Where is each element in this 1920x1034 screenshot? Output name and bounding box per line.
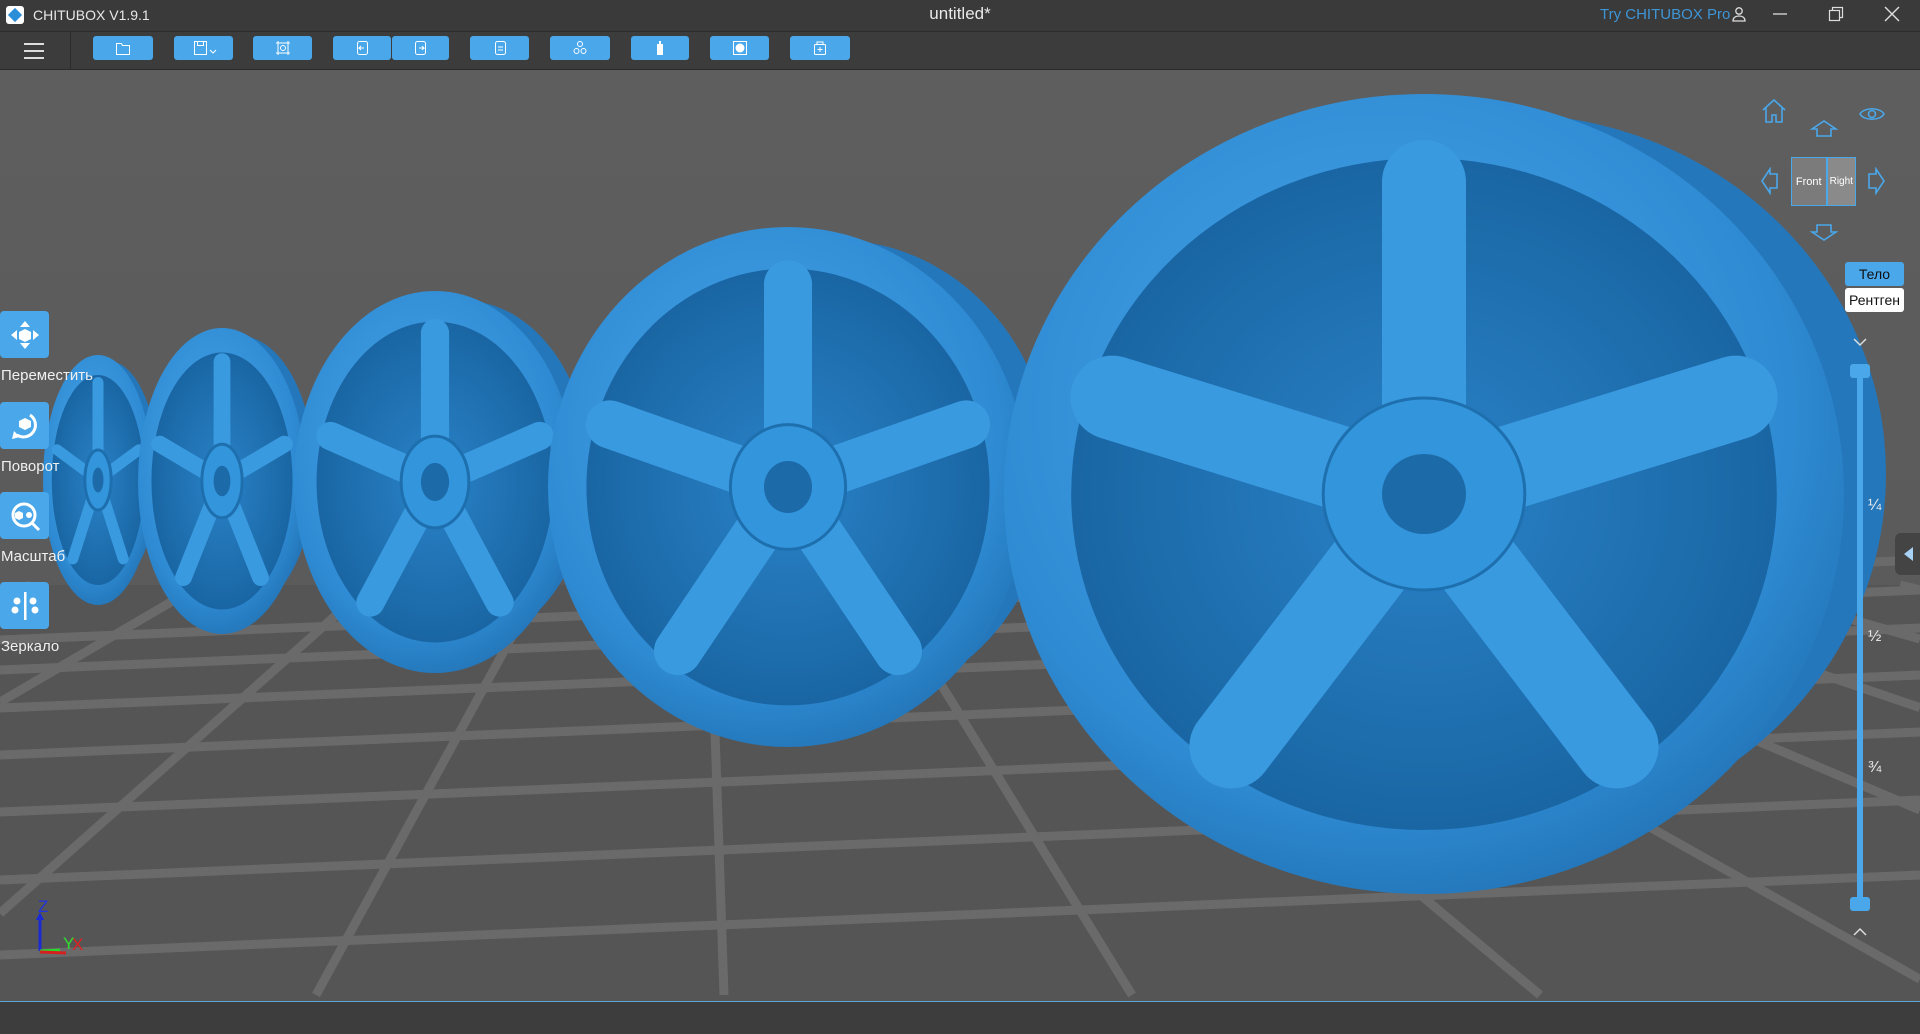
drain-hole-button[interactable] — [790, 36, 850, 60]
undo-icon — [357, 41, 368, 55]
account-button[interactable] — [1717, 0, 1761, 28]
slider-mark-quarter: ¼ — [1868, 497, 1882, 514]
layout-icon — [275, 41, 290, 55]
view-cube[interactable]: Front Right — [1791, 157, 1856, 206]
undo-button[interactable] — [333, 36, 391, 60]
home-view-icon[interactable] — [1760, 98, 1788, 124]
status-bar — [0, 1001, 1920, 1034]
slice-settings-button[interactable] — [470, 36, 529, 60]
open-file-button[interactable] — [93, 36, 153, 60]
rotate-icon — [11, 413, 37, 439]
minimize-icon — [1773, 13, 1787, 15]
layer-slider-top-handle[interactable] — [1850, 364, 1870, 378]
view-cube-right[interactable]: Right — [1827, 158, 1855, 205]
view-left-arrow-icon[interactable] — [1760, 167, 1780, 195]
slider-mark-half: ½ — [1868, 628, 1882, 645]
document-icon — [494, 41, 506, 55]
toolbar — [0, 32, 1920, 70]
open-file-icon — [116, 43, 130, 55]
view-cube-front[interactable]: Front — [1792, 158, 1828, 205]
redo-button[interactable] — [392, 36, 449, 60]
scale-icon — [11, 502, 40, 531]
rotate-tool-button[interactable] — [0, 402, 49, 449]
axis-z-label: Z — [38, 897, 48, 916]
wheel-center-bore — [764, 461, 812, 513]
3d-viewport[interactable]: Z Y X — [0, 70, 1920, 1001]
menu-button[interactable] — [22, 40, 46, 62]
wheel-center-bore — [1382, 454, 1466, 534]
move-icon — [10, 320, 39, 349]
mirror-tool-label: Зеркало — [1, 638, 60, 655]
mirror-icon — [11, 591, 38, 620]
eye-icon[interactable] — [1858, 104, 1886, 124]
hamburger-icon — [24, 43, 44, 59]
chevron-down-icon[interactable] — [1853, 338, 1867, 347]
xray-mode-button[interactable]: Рентген — [1845, 288, 1904, 312]
restore-icon — [1828, 6, 1844, 22]
hollow-button[interactable] — [710, 36, 769, 60]
triangle-left-icon — [1903, 547, 1913, 561]
view-right-arrow-icon[interactable] — [1866, 167, 1886, 195]
drain-hole-icon — [814, 41, 826, 55]
layer-slider-bottom-handle[interactable] — [1850, 897, 1870, 911]
toolbar-divider — [70, 32, 71, 70]
view-bottom-arrow-icon[interactable] — [1810, 222, 1838, 242]
group-button[interactable] — [550, 36, 610, 60]
try-pro-link[interactable]: Try CHITUBOX Pro — [1600, 6, 1730, 23]
scale-tool-button[interactable] — [0, 492, 49, 539]
axis-x-label: X — [72, 935, 83, 954]
wheel-center-bore — [420, 462, 450, 502]
cubes-icon — [573, 41, 587, 54]
rotate-tool-label: Поворот — [1, 458, 60, 475]
move-tool-button[interactable] — [0, 311, 49, 358]
wheel-center-bore — [92, 467, 104, 493]
close-button[interactable] — [1870, 0, 1914, 28]
collapse-panel-button[interactable] — [1895, 533, 1920, 575]
app-name: CHITUBOX V1.9.1 — [33, 7, 150, 23]
view-top-arrow-icon[interactable] — [1810, 119, 1838, 139]
scene-canvas[interactable]: Z Y X — [0, 70, 1920, 1001]
hollow-icon — [732, 41, 747, 55]
auto-layout-button[interactable] — [253, 36, 312, 60]
supports-button[interactable] — [631, 36, 689, 60]
restore-button[interactable] — [1814, 0, 1858, 28]
move-tool-label: Переместить — [1, 367, 93, 384]
mirror-tool-button[interactable] — [0, 582, 49, 629]
user-icon — [1732, 7, 1746, 22]
support-icon — [657, 41, 663, 55]
chevron-up-icon[interactable] — [1853, 927, 1867, 936]
slider-mark-three-quarters: ¾ — [1868, 759, 1882, 776]
wheel-center-bore — [213, 465, 231, 497]
save-button[interactable] — [174, 36, 233, 60]
scale-tool-label: Масштаб — [1, 548, 66, 565]
app-logo-icon — [6, 6, 24, 24]
title-bar: CHITUBOX V1.9.1 untitled* Try CHITUBOX P… — [0, 0, 1920, 32]
save-icon — [193, 41, 216, 55]
solid-mode-button[interactable]: Тело — [1845, 262, 1904, 286]
layer-slider-track[interactable] — [1857, 370, 1863, 904]
grid-line — [1898, 580, 1920, 595]
close-icon — [1884, 6, 1900, 22]
minimize-button[interactable] — [1758, 0, 1802, 28]
redo-icon — [414, 41, 426, 55]
